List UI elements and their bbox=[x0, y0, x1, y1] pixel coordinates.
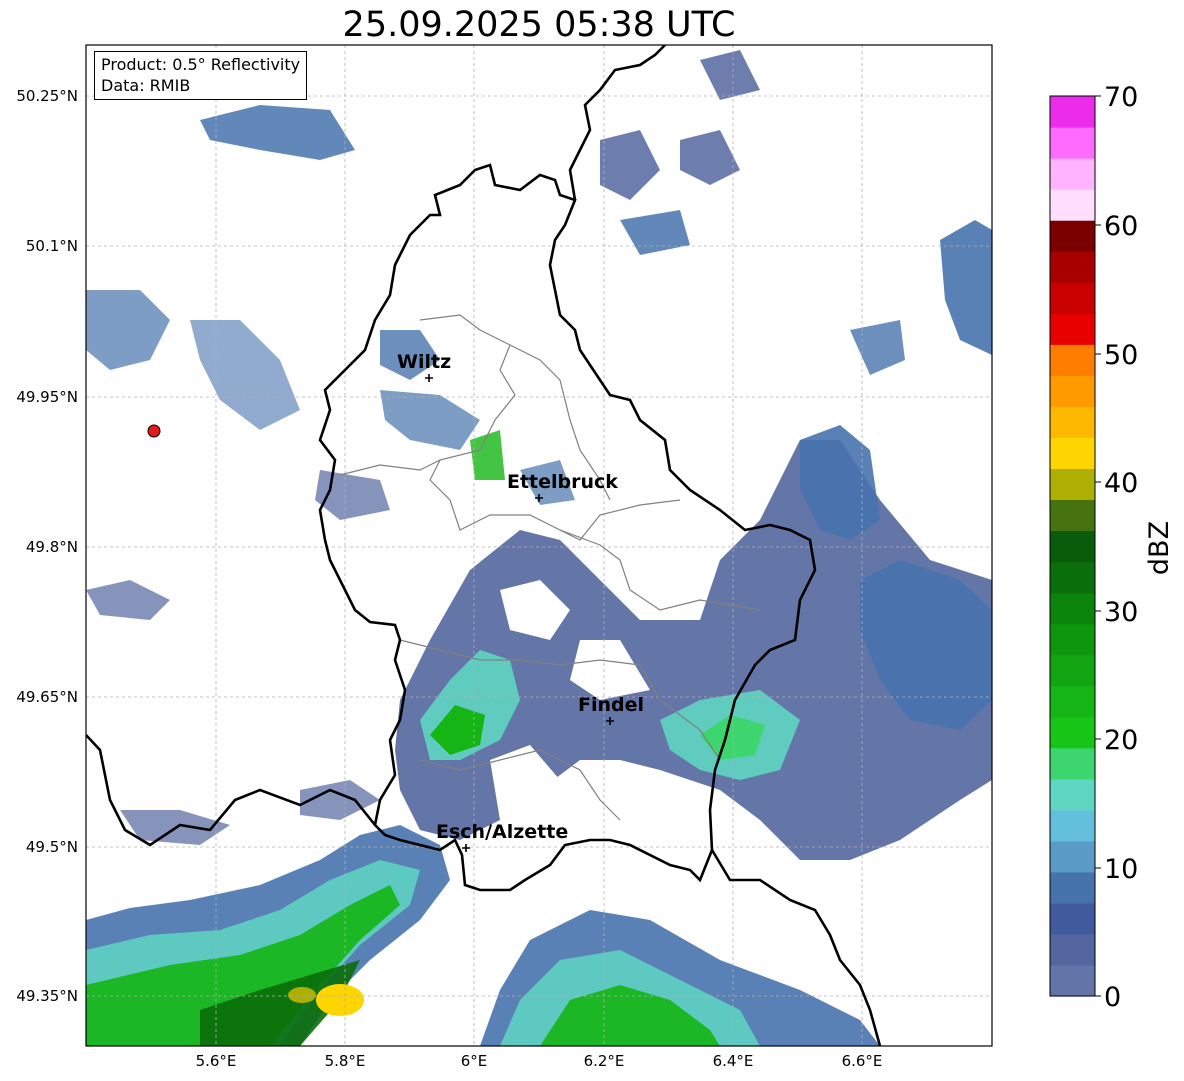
echo-east-edge bbox=[940, 220, 992, 355]
colorbar-segment bbox=[1050, 685, 1095, 718]
lon-tick: 6.2°E bbox=[584, 1052, 625, 1070]
city-marker-icon bbox=[462, 844, 470, 852]
colorbar-segment bbox=[1050, 189, 1095, 221]
colorbar-segment bbox=[1050, 809, 1095, 842]
echo-lux-n-2 bbox=[380, 390, 480, 450]
echo-north-5 bbox=[620, 210, 690, 255]
colorbar-segment bbox=[1050, 964, 1095, 997]
colorbar-segment bbox=[1050, 127, 1095, 159]
radar-site-marker bbox=[147, 424, 161, 438]
longitude-axis: 5.6°E 5.8°E 6°E 6.2°E 6.4°E 6.6°E bbox=[196, 1052, 883, 1070]
lon-tick: 6°E bbox=[461, 1052, 488, 1070]
colorbar-tick: 30 bbox=[1104, 597, 1138, 628]
be-fr-border bbox=[86, 734, 377, 847]
lon-tick: 6.6°E bbox=[842, 1052, 883, 1070]
colorbar-tick: 70 bbox=[1104, 82, 1138, 113]
lat-tick: 49.8°N bbox=[26, 538, 78, 556]
lat-tick: 50.25°N bbox=[16, 87, 78, 105]
colorbar-segment bbox=[1050, 344, 1095, 376]
colorbar-segment bbox=[1050, 871, 1095, 904]
colorbar-segment bbox=[1050, 313, 1095, 345]
colorbar-label: dBZ bbox=[1144, 521, 1175, 575]
colorbar-segment bbox=[1050, 530, 1095, 563]
lat-tick: 49.5°N bbox=[26, 838, 78, 856]
colorbar-segment bbox=[1050, 282, 1095, 314]
echo-north-4 bbox=[600, 130, 660, 200]
colorbar-segment bbox=[1050, 840, 1095, 873]
colorbar-segment bbox=[1050, 96, 1095, 128]
city-label: Findel bbox=[578, 694, 644, 716]
colorbar-segment bbox=[1050, 747, 1095, 780]
colorbar-segment bbox=[1050, 561, 1095, 594]
lat-tick: 49.35°N bbox=[16, 987, 78, 1005]
echo-north-2 bbox=[680, 130, 740, 185]
echo-sw-olive bbox=[288, 987, 316, 1003]
latitude-axis: 50.25°N 50.1°N 49.95°N 49.8°N 49.65°N 49… bbox=[16, 87, 78, 1005]
colorbar-tick: 60 bbox=[1104, 211, 1138, 242]
colorbar-tick: 20 bbox=[1104, 725, 1138, 756]
colorbar-segment bbox=[1050, 437, 1095, 470]
colorbar-tick: 0 bbox=[1104, 982, 1121, 1013]
colorbar-segment bbox=[1050, 654, 1095, 687]
colorbar-segment bbox=[1050, 220, 1095, 252]
colorbar-segment bbox=[1050, 902, 1095, 935]
colorbar: 0 10 20 30 40 50 60 70 dBZ bbox=[1049, 82, 1175, 1013]
lon-tick: 5.8°E bbox=[325, 1052, 366, 1070]
city-label: Ettelbruck bbox=[507, 471, 618, 493]
lat-tick: 50.1°N bbox=[26, 237, 78, 255]
colorbar-segment bbox=[1050, 778, 1095, 811]
colorbar-segment bbox=[1050, 499, 1095, 532]
lat-tick: 49.65°N bbox=[16, 688, 78, 706]
echo-north-1 bbox=[200, 105, 355, 160]
colorbar-segment bbox=[1050, 592, 1095, 625]
colorbar-segments bbox=[1050, 96, 1095, 997]
colorbar-segment bbox=[1050, 623, 1095, 656]
reflectivity-echoes bbox=[86, 50, 992, 1046]
colorbar-segment bbox=[1050, 158, 1095, 190]
city-label: Wiltz bbox=[397, 351, 451, 373]
colorbar-segment bbox=[1050, 933, 1095, 966]
colorbar-tick: 50 bbox=[1104, 340, 1138, 371]
echo-sw-yellow bbox=[316, 984, 364, 1016]
city-marker-icon bbox=[425, 374, 433, 382]
lon-tick: 6.4°E bbox=[713, 1052, 754, 1070]
colorbar-ticks: 0 10 20 30 40 50 60 70 bbox=[1095, 82, 1138, 1013]
colorbar-segment bbox=[1050, 251, 1095, 283]
echo-n-strip bbox=[850, 320, 905, 375]
colorbar-segment bbox=[1050, 468, 1095, 501]
lat-tick: 49.95°N bbox=[16, 388, 78, 406]
colorbar-segment bbox=[1050, 716, 1095, 749]
product-label: Product: 0.5° Reflectivity bbox=[101, 55, 301, 74]
city-label: Esch/Alzette bbox=[436, 821, 568, 843]
radar-map: 50.25°N 50.1°N 49.95°N 49.8°N 49.65°N 49… bbox=[16, 44, 1175, 1070]
colorbar-segment bbox=[1050, 375, 1095, 407]
echo-west-1 bbox=[86, 580, 170, 620]
data-source-label: Data: RMIB bbox=[101, 76, 191, 95]
echo-north-3 bbox=[700, 50, 760, 100]
lon-tick: 5.6°E bbox=[196, 1052, 237, 1070]
colorbar-segment bbox=[1050, 406, 1095, 438]
product-info-box: Product: 0.5° Reflectivity Data: RMIB bbox=[94, 51, 308, 100]
colorbar-tick: 10 bbox=[1104, 854, 1138, 885]
echo-nw-1 bbox=[86, 290, 170, 370]
echo-lux-n-4 bbox=[470, 430, 505, 480]
echo-nw-2 bbox=[190, 320, 300, 430]
colorbar-tick: 40 bbox=[1104, 468, 1138, 499]
